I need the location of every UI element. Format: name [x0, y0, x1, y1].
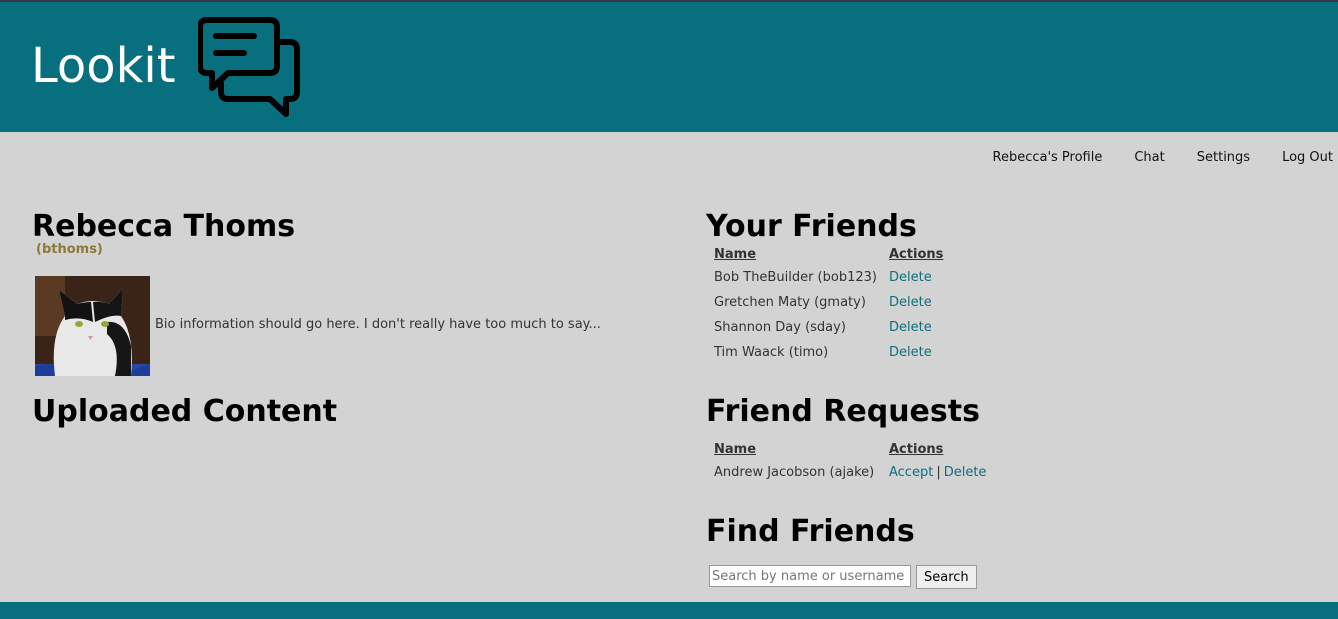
avatar	[35, 276, 150, 376]
profile-name: Rebecca Thoms	[32, 209, 296, 244]
column-header-actions: Actions	[889, 441, 944, 457]
find-friends-heading: Find Friends	[706, 514, 915, 549]
profile-bio: Bio information should go here. I don't …	[155, 317, 601, 332]
table-header: Name Actions	[714, 438, 986, 460]
friend-name: Bob TheBuilder (bob123)	[714, 270, 877, 285]
accept-request-link[interactable]: Accept	[889, 465, 933, 480]
cat-photo	[35, 276, 150, 376]
table-header: Name Actions	[714, 243, 943, 265]
main-nav: Rebecca's Profile Chat Settings Log Out	[961, 149, 1338, 169]
uploaded-content-heading: Uploaded Content	[32, 394, 338, 429]
table-row: Andrew Jacobson (ajake) Accept | Delete	[714, 460, 986, 485]
nav-chat-link[interactable]: Chat	[1102, 149, 1164, 169]
table-row: Bob TheBuilder (bob123) Delete	[714, 265, 943, 290]
delete-friend-link[interactable]: Delete	[889, 295, 932, 310]
friend-name: Shannon Day (sday)	[714, 320, 846, 335]
column-header-actions: Actions	[889, 246, 944, 262]
requester-name: Andrew Jacobson (ajake)	[714, 465, 875, 480]
action-separator: |	[936, 465, 941, 480]
delete-friend-link[interactable]: Delete	[889, 345, 932, 360]
friend-name: Gretchen Maty (gmaty)	[714, 295, 866, 310]
column-header-name: Name	[714, 246, 757, 262]
site-header: Lookit	[0, 2, 1338, 132]
search-button[interactable]: Search	[916, 565, 977, 589]
chat-bubbles-icon	[198, 17, 300, 117]
search-input[interactable]	[709, 565, 911, 587]
delete-request-link[interactable]: Delete	[944, 465, 987, 480]
friend-requests-heading: Friend Requests	[706, 394, 980, 429]
friends-table: Name Actions Bob TheBuilder (bob123) Del…	[714, 243, 943, 365]
nav-profile-link[interactable]: Rebecca's Profile	[961, 149, 1103, 169]
table-row: Shannon Day (sday) Delete	[714, 315, 943, 340]
delete-friend-link[interactable]: Delete	[889, 320, 932, 335]
delete-friend-link[interactable]: Delete	[889, 270, 932, 285]
site-footer	[0, 602, 1338, 619]
table-row: Tim Waack (timo) Delete	[714, 340, 943, 365]
site-brand[interactable]: Lookit	[31, 38, 176, 94]
find-friends-form: Search	[709, 565, 977, 589]
nav-settings-link[interactable]: Settings	[1165, 149, 1250, 169]
friend-name: Tim Waack (timo)	[714, 345, 829, 360]
profile-username: (bthoms)	[36, 242, 103, 257]
column-header-name: Name	[714, 441, 757, 457]
table-row: Gretchen Maty (gmaty) Delete	[714, 290, 943, 315]
your-friends-heading: Your Friends	[706, 209, 917, 244]
nav-logout-link[interactable]: Log Out	[1250, 149, 1338, 169]
friend-requests-table: Name Actions Andrew Jacobson (ajake) Acc…	[714, 438, 986, 485]
